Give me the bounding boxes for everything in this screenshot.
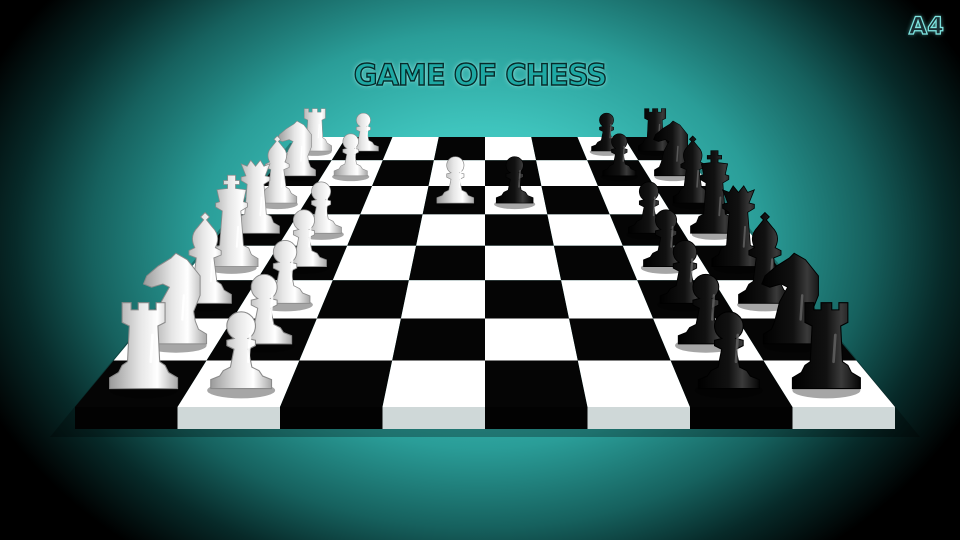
- board-square[interactable]: [561, 280, 654, 319]
- board-edge: [75, 407, 895, 429]
- board-square[interactable]: [485, 214, 554, 246]
- board-square[interactable]: [299, 318, 401, 361]
- game-title: GAME OF CHESS: [353, 57, 608, 92]
- board-square[interactable]: [541, 186, 610, 215]
- board-square[interactable]: [433, 137, 485, 161]
- board-square[interactable]: [536, 160, 598, 187]
- board-square[interactable]: [372, 160, 434, 187]
- board-square[interactable]: [569, 318, 671, 361]
- board-square[interactable]: [577, 360, 690, 407]
- board-square[interactable]: [485, 280, 570, 319]
- board-square[interactable]: [485, 245, 562, 281]
- board-square[interactable]: [332, 245, 417, 281]
- board-square[interactable]: [531, 137, 588, 161]
- board-square[interactable]: [485, 360, 588, 407]
- chess-scene: GAME OF CHESS A4: [0, 0, 960, 540]
- board-square[interactable]: [347, 214, 423, 246]
- a4-badge: A4: [908, 11, 944, 40]
- board-square[interactable]: [382, 137, 439, 161]
- board-square[interactable]: [316, 280, 409, 319]
- board-square[interactable]: [392, 318, 485, 361]
- board-square[interactable]: [416, 214, 485, 246]
- board-square[interactable]: [485, 318, 578, 361]
- board-square[interactable]: [485, 137, 537, 161]
- board-square[interactable]: [547, 214, 623, 246]
- board-square[interactable]: [360, 186, 429, 215]
- board-square[interactable]: [400, 280, 485, 319]
- board-square[interactable]: [553, 245, 638, 281]
- board-square[interactable]: [408, 245, 485, 281]
- board-square[interactable]: [382, 360, 486, 407]
- board-square[interactable]: [280, 360, 393, 407]
